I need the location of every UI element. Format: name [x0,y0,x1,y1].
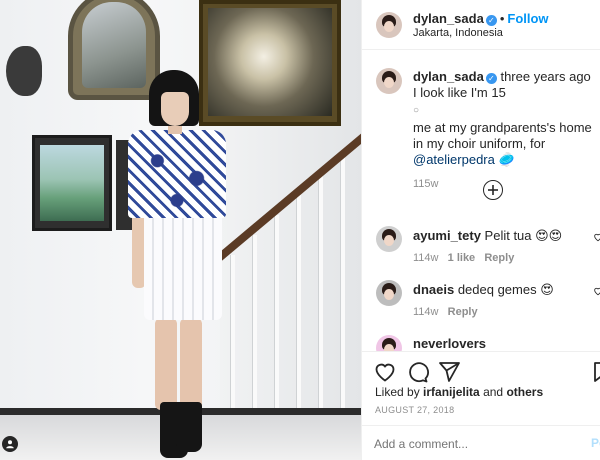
photo-painting-art [208,8,332,116]
comment-body: neverlovers [413,336,486,351]
likes-conjunction: and [483,385,504,399]
comment-username[interactable]: dnaeis [413,282,454,297]
photo-person-skirt [144,210,222,320]
comment-meta: 114w Reply [413,306,478,318]
comment-text: Pelit tua 😍😍 [484,228,563,243]
photo-person-shirt [128,130,226,218]
caption-body: dylan_sada ✓ three years ago I look like … [413,69,597,190]
photo-person-boot [176,402,202,452]
post-date[interactable]: AUGUST 27, 2018 [375,405,454,415]
photo-person-face [161,92,189,126]
photo-baluster [318,175,323,415]
avatar[interactable] [376,226,402,252]
comment-body: dnaeis dedeq gemes 😍 [413,282,588,298]
user-tag-icon[interactable] [2,436,18,452]
comment-time[interactable]: 114w [413,306,438,318]
comment-time[interactable]: 114w [413,252,438,264]
comment-item: neverlovers [362,332,600,351]
likes-prefix: Liked by [375,385,420,399]
photo-baluster [252,235,257,415]
comment-reply-button[interactable]: Reply [448,306,478,318]
follow-button[interactable]: Follow [507,11,548,26]
comment-input[interactable] [374,437,574,451]
photo-mirror-glass [82,2,146,88]
avatar[interactable] [376,12,402,38]
post-side-panel: dylan_sada ✓ • Follow Jakarta, Indonesia dy… [361,0,600,460]
likes-others-link[interactable]: others [506,385,543,399]
caption-line-3: me at my grandparents's home in my choir… [413,120,592,151]
paper-plane-icon[interactable] [437,360,461,384]
comment-likes[interactable]: 1 like [448,252,476,264]
header-user-row: dylan_sada ✓ • Follow [413,10,549,28]
avatar[interactable] [376,335,402,351]
post-comment-button[interactable]: Po [591,436,600,450]
heart-icon[interactable] [593,232,600,245]
header-location[interactable]: Jakarta, Indonesia [413,27,503,39]
comment-composer: Po [362,425,600,460]
heart-icon[interactable] [593,286,600,299]
verified-badge-icon: ✓ [485,73,497,84]
caption-username[interactable]: dylan_sada [413,69,484,84]
comment-username[interactable]: neverlovers [413,336,486,351]
avatar[interactable] [376,280,402,306]
header-username[interactable]: dylan_sada [413,11,484,26]
photo-person-leg [180,318,202,410]
verified-badge-icon: ✓ [485,15,497,26]
photo-baluster [230,255,235,415]
caption-mention-link[interactable]: @atelierpedra [413,152,495,167]
header-separator: • [499,11,505,26]
photo-wall-ornament [6,46,42,96]
caption-timestamp[interactable]: 115w [413,178,597,190]
comment-meta: 114w 1 like Reply [413,252,514,264]
comment-icon[interactable] [405,360,429,384]
likes-user-link[interactable]: irfanijelita [423,385,480,399]
photo-landscape-art [40,145,104,221]
caption-emoji: 🥏 [498,152,515,167]
comment-reply-button[interactable]: Reply [484,252,514,264]
post-photo[interactable] [0,0,361,460]
photo-baluster [340,155,345,415]
heart-icon[interactable] [373,360,397,384]
post-header: dylan_sada ✓ • Follow Jakarta, Indonesia [362,0,600,50]
comment-text: dedeq gemes 😍 [457,282,554,297]
photo-person-leg [155,318,177,410]
caption-line-2: ○ [413,105,420,116]
bookmark-icon[interactable] [591,360,600,384]
photo-baluster [274,215,279,415]
plus-circle-icon[interactable] [483,180,503,200]
comment-username[interactable]: ayumi_tety [413,228,481,243]
photo-baluster [296,195,301,415]
likes-summary: Liked by irfanijelita and others [375,385,543,399]
avatar[interactable] [376,68,402,94]
comment-body: ayumi_tety Pelit tua 😍😍 [413,228,588,244]
